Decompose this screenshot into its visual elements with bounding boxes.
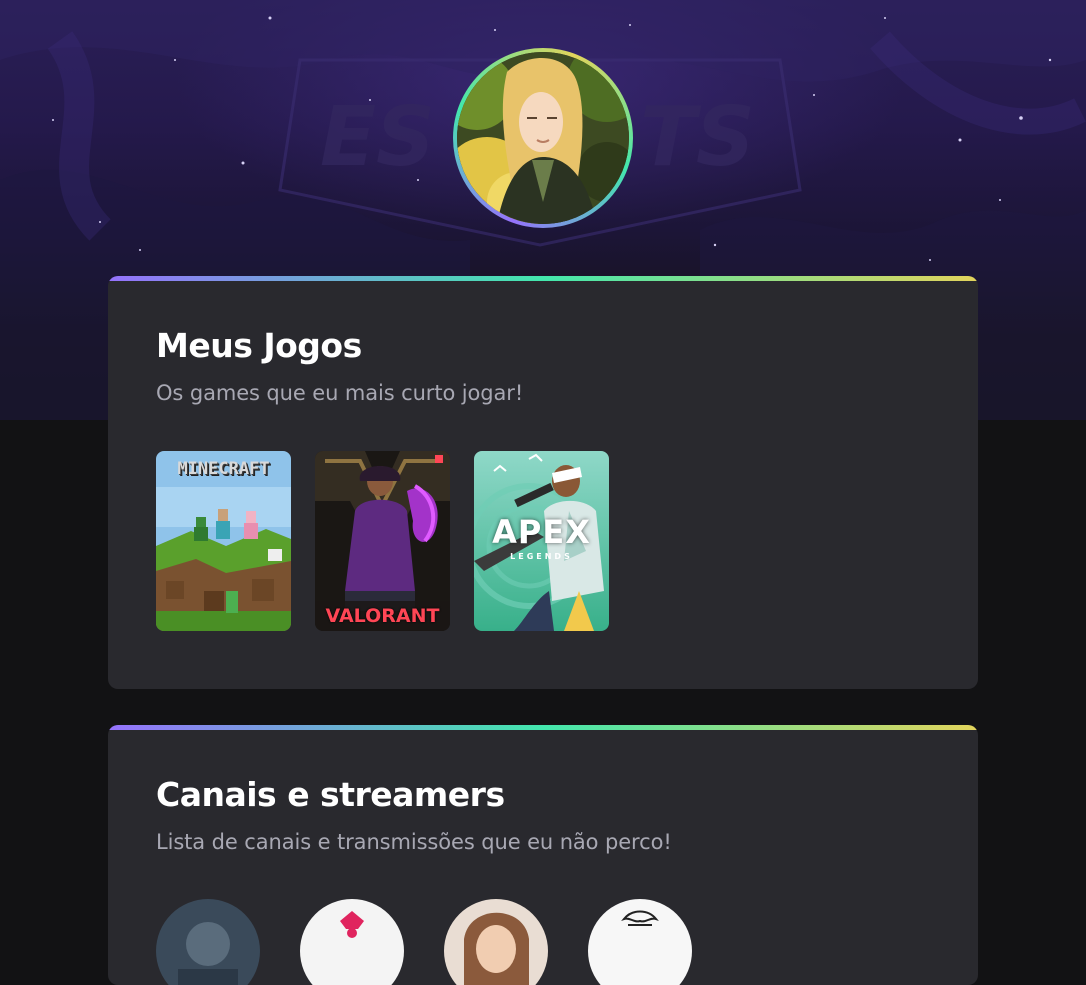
game-apex-legends[interactable]: APEX LEGENDS [474,451,609,631]
minecraft-logo: MINECRAFT [177,459,270,479]
games-card: Meus Jogos Os games que eu mais curto jo… [108,276,978,689]
profile-avatar [453,48,633,228]
game-valorant[interactable]: VALORANT [315,451,450,631]
apex-logo-subtitle: LEGENDS [510,552,573,561]
games-subtitle: Os games que eu mais curto jogar! [156,381,524,405]
channel-avatar[interactable] [300,899,404,985]
game-minecraft[interactable]: MINECRAFT [156,451,291,631]
avatar-image [457,52,629,224]
channel-avatar[interactable] [444,899,548,985]
channels-subtitle: Lista de canais e transmissões que eu nã… [156,830,672,854]
channel-list [156,899,930,985]
games-title: Meus Jogos [156,326,362,365]
apex-logo: APEX [492,513,591,551]
channel-avatar[interactable] [588,899,692,985]
channels-title: Canais e streamers [156,775,505,814]
svg-text:TS: TS [640,90,755,185]
valorant-logo: VALORANT [325,605,440,627]
games-list: MINECRAFT VALORANT APEX LEGENDS [156,451,930,631]
svg-text:ES: ES [320,90,435,185]
channels-card: Canais e streamers Lista de canais e tra… [108,725,978,985]
channel-avatar[interactable] [156,899,260,985]
